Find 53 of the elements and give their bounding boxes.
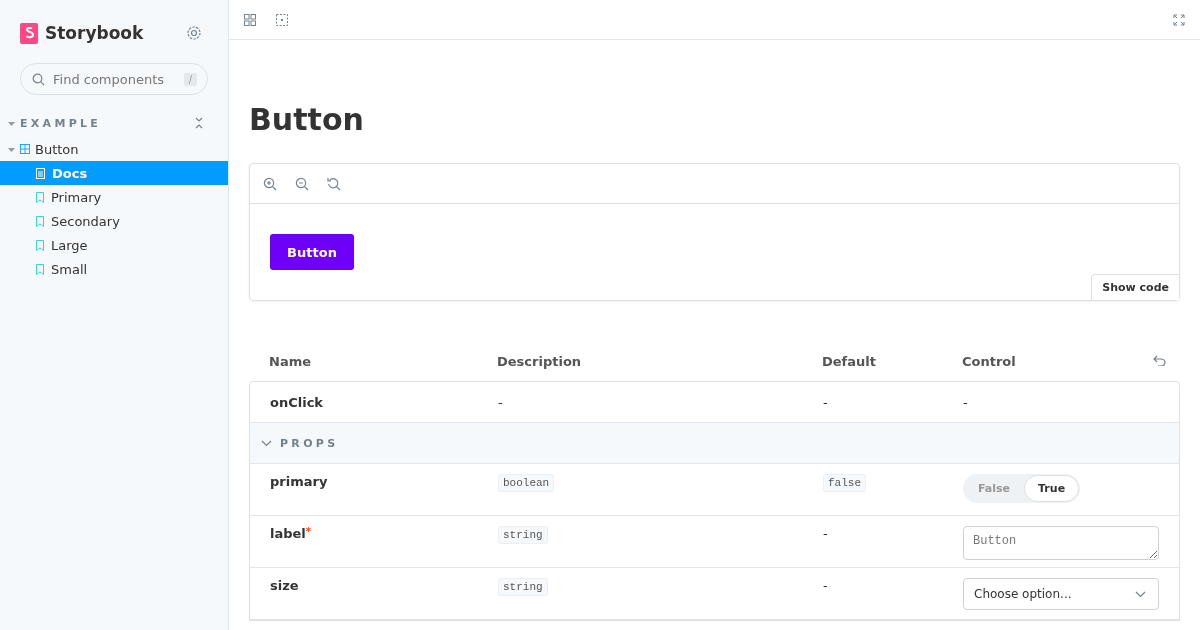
prop-name: onClick [270, 394, 324, 410]
tree-item[interactable]: Button [0, 137, 228, 161]
fullscreen-icon[interactable] [1173, 13, 1185, 26]
tree-item[interactable]: Large [0, 233, 228, 257]
bookmark-icon [36, 239, 44, 251]
default-tag: false [823, 474, 866, 492]
type-tag: boolean [498, 474, 555, 492]
bookmark-icon [36, 191, 44, 203]
type-tag: string [498, 526, 548, 544]
undo-icon[interactable] [1153, 355, 1166, 366]
table-cell-text: - [823, 394, 829, 410]
settings-icon[interactable] [186, 25, 202, 41]
text-field[interactable]: Button [963, 526, 1159, 560]
table-cell-text: - [823, 526, 829, 541]
type-tag: string [498, 578, 548, 596]
prop-name: size [270, 578, 300, 593]
page-title: Button [249, 102, 365, 137]
storybook-logo-icon [20, 22, 38, 44]
chevron-icon [1135, 590, 1146, 598]
outline-icon[interactable] [276, 13, 288, 26]
demo-button[interactable]: Button [270, 234, 354, 270]
search-icon [32, 72, 45, 86]
tree-item[interactable]: Small [0, 257, 228, 281]
toggle-option[interactable]: True [1024, 475, 1080, 502]
shortcut-key: / [183, 72, 197, 86]
section-row[interactable]: PROPS [250, 423, 1179, 464]
column-header: Description [497, 353, 582, 369]
bookmark-icon [36, 215, 44, 227]
bookmark-icon [36, 263, 44, 275]
collapse-icon[interactable] [194, 117, 204, 129]
prop-name: label* [270, 526, 313, 541]
column-header: Control [962, 353, 1016, 369]
grid-icon[interactable] [244, 13, 256, 26]
caret-icon [8, 145, 15, 153]
select-field[interactable]: Choose option... [963, 578, 1159, 610]
table-cell-text: - [498, 394, 504, 410]
show-code-button[interactable]: Show code [1091, 274, 1179, 300]
table-cell-text: - [823, 578, 829, 593]
zoom-out-icon[interactable] [295, 176, 309, 191]
search-input[interactable]: Find components [51, 70, 178, 88]
column-header: Default [822, 353, 876, 369]
tree-item[interactable]: Primary [0, 185, 228, 209]
table-cell: - [963, 394, 968, 410]
document-icon [36, 167, 45, 179]
brand-title: Storybook [45, 23, 144, 43]
reset-zoom-icon[interactable] [327, 176, 341, 191]
prop-name: primary [270, 474, 329, 489]
section-label: PROPS [280, 436, 339, 450]
section-label[interactable]: EXAMPLE [20, 116, 102, 130]
column-header: Name [269, 353, 311, 369]
component-icon [20, 144, 30, 154]
tree-item[interactable]: Secondary [0, 209, 228, 233]
zoom-in-icon[interactable] [263, 176, 277, 191]
